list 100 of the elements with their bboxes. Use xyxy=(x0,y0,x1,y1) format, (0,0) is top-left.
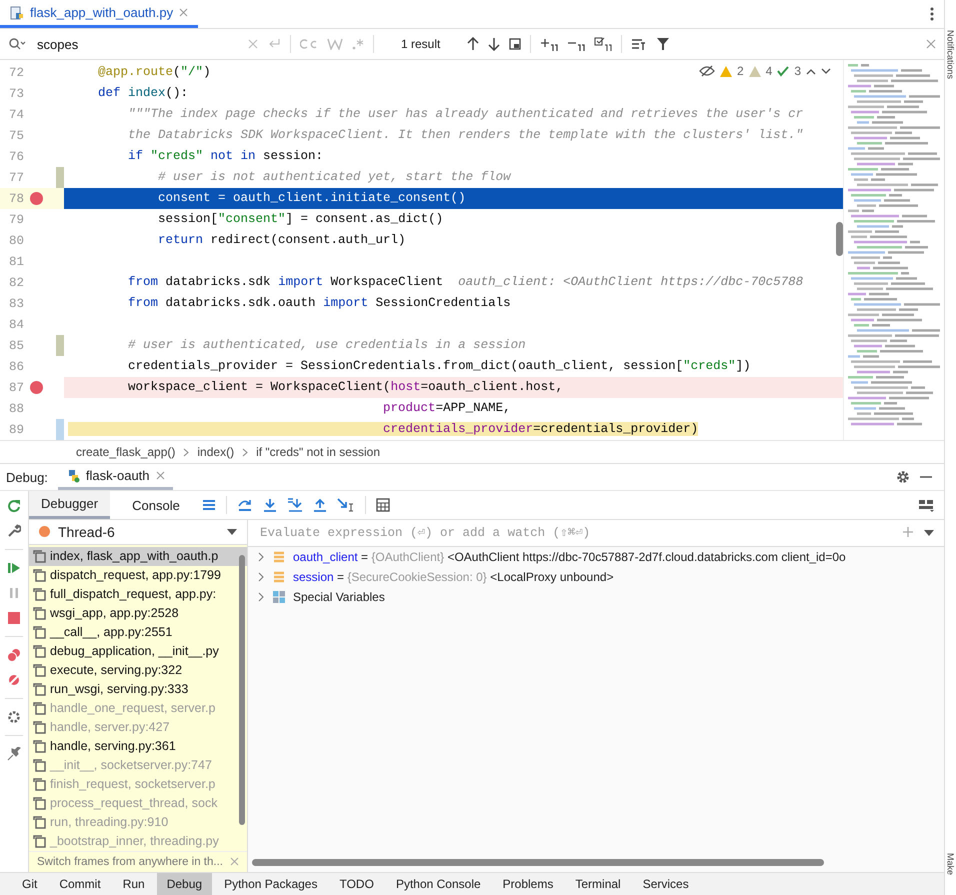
breakpoints-icon[interactable] xyxy=(7,648,21,662)
stack-frame[interactable]: run_wsgi, serving.py:333 xyxy=(29,680,247,699)
stack-frame[interactable]: dispatch_request, app.py:1799 xyxy=(29,566,247,585)
stop-icon[interactable] xyxy=(7,611,21,625)
dropdown-icon[interactable] xyxy=(227,528,237,535)
down-icon[interactable] xyxy=(821,68,831,74)
run-to-cursor-icon[interactable] xyxy=(336,498,355,512)
chevron-icon xyxy=(183,448,190,456)
stack-frame[interactable]: debug_application, __init__.py xyxy=(29,642,247,661)
frame-icon xyxy=(33,606,46,620)
layout-icon[interactable] xyxy=(918,498,934,512)
code-line: # user is authenticated, use credentials in a session xyxy=(127,337,526,354)
pin-icon[interactable] xyxy=(7,747,21,761)
window-icon[interactable] xyxy=(509,38,522,50)
step-out-icon[interactable] xyxy=(312,498,327,512)
scrollbar-thumb[interactable] xyxy=(252,859,824,866)
chevron-icon xyxy=(242,448,248,456)
stack-frame[interactable]: __call__, app.py:2551 xyxy=(29,622,247,642)
tool-window-tab[interactable]: Run xyxy=(112,873,155,895)
code-line: consent = oauth_client.initiate_consent() xyxy=(157,190,466,207)
breadcrumb[interactable]: create_flask_app() xyxy=(76,445,176,459)
close-icon[interactable] xyxy=(230,857,239,866)
previous-icon[interactable] xyxy=(467,37,480,51)
filter-icon[interactable] xyxy=(656,37,670,51)
warning-count: 2 xyxy=(736,64,744,78)
frame-icon xyxy=(33,626,46,639)
add-watch-icon[interactable] xyxy=(902,526,916,540)
frame-icon xyxy=(33,664,46,677)
next-icon[interactable] xyxy=(488,37,500,51)
resume-icon[interactable] xyxy=(7,561,21,575)
wrench-icon[interactable] xyxy=(7,524,21,538)
frame-icon xyxy=(33,834,46,848)
stack-frame[interactable]: index, flask_app_with_oauth.p xyxy=(29,546,247,566)
variable-value[interactable]: oauth_client = {OAuthClient} <OAuthClient https://dbc-70c57887-2d7f.cloud.databricks.com client_id=0o xyxy=(293,550,846,564)
tool-window-tab[interactable]: Python Console xyxy=(386,873,491,895)
tool-window-tab[interactable]: Python Packages xyxy=(214,873,328,895)
search-icon[interactable] xyxy=(8,37,26,51)
side-tab[interactable]: Make xyxy=(946,852,956,875)
variable-group[interactable]: Special Variables xyxy=(293,590,385,604)
frame-icon xyxy=(33,644,46,658)
settings-icon[interactable] xyxy=(7,710,21,724)
hidden-eye-icon[interactable] xyxy=(698,65,715,77)
search-field[interactable]: scopes xyxy=(35,36,239,52)
mute-breakpoints-icon[interactable] xyxy=(7,673,21,687)
more-icon[interactable] xyxy=(930,7,934,21)
thread-label: Thread-6 xyxy=(58,524,115,540)
tool-window-tab[interactable]: Services xyxy=(632,873,699,895)
settings-icon[interactable] xyxy=(896,470,910,484)
tool-window-tab[interactable]: TODO xyxy=(329,873,384,895)
dropdown-icon[interactable] xyxy=(924,530,934,536)
frame-icon xyxy=(33,682,46,696)
frame-icon xyxy=(33,588,46,601)
breadcrumb[interactable]: index() xyxy=(197,445,234,459)
variable-value[interactable]: session = {SecureCookieSession: 0} <LocalProxy unbound> xyxy=(293,570,614,584)
up-icon[interactable] xyxy=(806,68,816,74)
add-occurrence-icon[interactable] xyxy=(540,37,558,51)
stack-frame[interactable]: execute, serving.py:322 xyxy=(29,660,247,680)
check-icon[interactable] xyxy=(777,66,790,76)
code-line: """The index page checks if the user has already authenticated and retrieves the user's cr xyxy=(127,106,804,123)
stack-frame[interactable]: handle, serving.py:361 xyxy=(29,736,247,756)
hint-text: Switch frames from anywhere in th... xyxy=(37,856,223,868)
code-line: from databricks.sdk.oauth import SessionCredentials xyxy=(127,295,511,312)
breadcrumb[interactable]: if "creds" not in session xyxy=(256,445,380,459)
close-icon[interactable] xyxy=(156,471,165,480)
stack-frame[interactable]: wsgi_app, app.py:2528 xyxy=(29,604,247,623)
panel-tab[interactable]: Console xyxy=(120,491,192,519)
code-line: session["consent"] = consent.as_dict() xyxy=(157,211,444,228)
stack-frame[interactable]: full_dispatch_request, app.py: xyxy=(29,584,247,604)
tool-window-tab[interactable]: Commit xyxy=(49,873,111,895)
step-into-icon[interactable] xyxy=(262,498,277,512)
tool-window-tab[interactable]: Terminal xyxy=(565,873,631,895)
frame-icon xyxy=(33,758,46,772)
frame-icon xyxy=(33,568,46,582)
frame-icon xyxy=(33,702,46,715)
filter-lines-icon[interactable] xyxy=(631,38,648,50)
calculator-icon[interactable] xyxy=(376,498,390,512)
scrollbar-thumb[interactable] xyxy=(239,554,245,825)
tool-window-tab[interactable]: Git xyxy=(12,873,48,895)
panel-tab[interactable]: Debugger xyxy=(29,491,110,519)
tool-window-tab[interactable]: Problems xyxy=(492,873,564,895)
rerun-icon[interactable] xyxy=(7,499,21,513)
step-over-icon[interactable] xyxy=(236,498,253,512)
file-tab[interactable]: flask_app_with_oauth.py xyxy=(0,0,198,28)
frame-icon xyxy=(33,740,46,753)
frames-list-icon[interactable] xyxy=(202,499,216,511)
evaluate-field[interactable]: Evaluate expression (⏎) or add a watch (⇧⌘⏎) xyxy=(248,520,944,547)
grid-icon xyxy=(273,591,285,603)
code-line: if "creds" not in session: xyxy=(127,148,324,165)
minimize-icon[interactable] xyxy=(920,476,932,478)
close-icon[interactable] xyxy=(179,8,188,17)
select-all-icon[interactable] xyxy=(594,37,612,51)
tool-window-tab[interactable]: Debug xyxy=(156,873,212,895)
variable-icon xyxy=(273,571,285,583)
side-tab[interactable]: Notifications xyxy=(946,30,956,80)
scrollbar-thumb[interactable] xyxy=(836,222,843,256)
frame-icon xyxy=(33,816,46,829)
close-icon[interactable] xyxy=(926,39,936,49)
weak-warning-count: 4 xyxy=(766,64,772,78)
step-into-my-code-icon[interactable] xyxy=(286,498,303,512)
evaluate-input[interactable]: Evaluate expression (⏎) or add a watch (⇧⌘⏎) xyxy=(258,525,894,541)
